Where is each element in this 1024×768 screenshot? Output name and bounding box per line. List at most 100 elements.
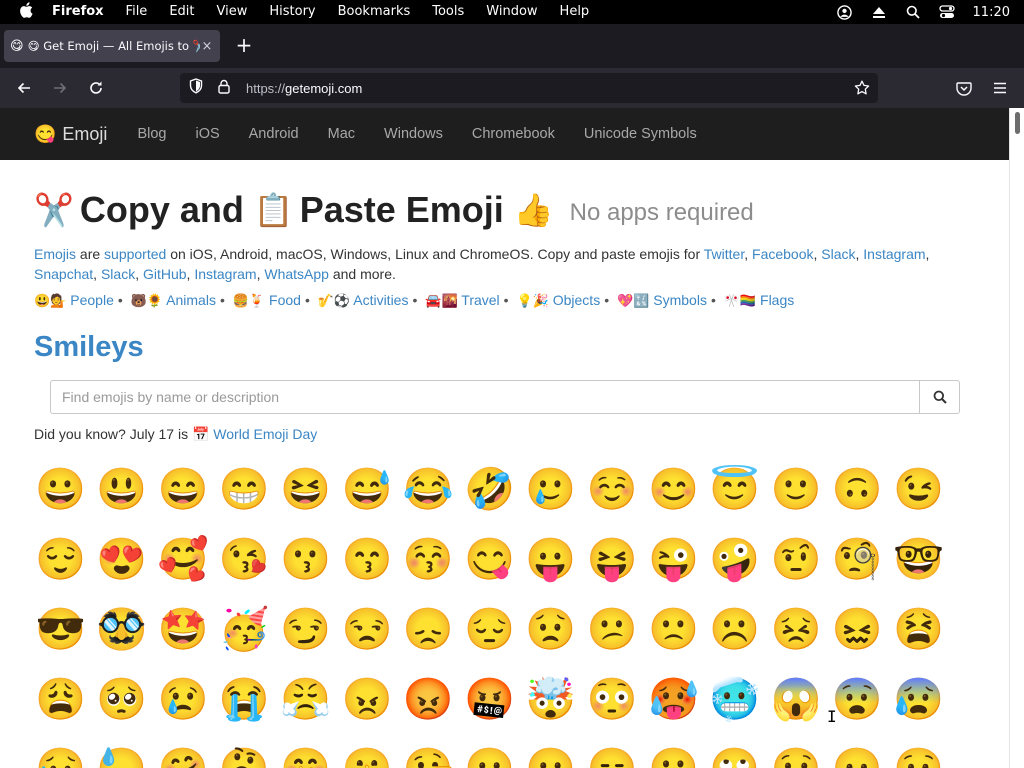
emoji-item[interactable]: 🤫 <box>340 734 401 768</box>
site-brand-link[interactable]: 😋 Emoji <box>34 124 107 145</box>
emoji-item[interactable]: 😤 <box>279 664 340 734</box>
emoji-item[interactable]: 😅 <box>340 454 401 524</box>
scrollbar-thumb[interactable] <box>1015 112 1020 134</box>
category-animals[interactable]: Animals <box>166 292 216 308</box>
pocket-button[interactable] <box>952 76 976 100</box>
emoji-item[interactable]: 😞 <box>402 594 463 664</box>
emoji-item[interactable]: 🧐 <box>831 524 892 594</box>
emoji-item[interactable]: 😧 <box>892 734 953 768</box>
emoji-item[interactable]: 😥 <box>34 734 95 768</box>
emoji-item[interactable]: 😏 <box>279 594 340 664</box>
emoji-item[interactable]: 🤨 <box>770 524 831 594</box>
category-objects[interactable]: Objects <box>553 292 600 308</box>
emoji-item[interactable]: 😎 <box>34 594 95 664</box>
link-github[interactable]: GitHub <box>143 266 187 282</box>
control-center-icon[interactable] <box>938 4 955 20</box>
emoji-item[interactable]: 😩 <box>34 664 95 734</box>
category-flags[interactable]: Flags <box>760 292 794 308</box>
url-text[interactable]: https://getemoji.com <box>246 81 362 96</box>
emoji-item[interactable]: 😘 <box>218 524 279 594</box>
menu-file[interactable]: File <box>115 0 159 24</box>
reload-button[interactable] <box>84 76 108 100</box>
nav-link-blog[interactable]: Blog <box>137 126 166 142</box>
menu-view[interactable]: View <box>206 0 259 24</box>
nav-link-android[interactable]: Android <box>249 126 299 142</box>
emoji-item[interactable]: 😣 <box>770 594 831 664</box>
menubar-clock[interactable]: 11:20 <box>973 5 1010 20</box>
emoji-item[interactable]: 😨 <box>831 664 892 734</box>
emoji-item[interactable]: 😀 <box>34 454 95 524</box>
emoji-item[interactable]: 🤪 <box>708 524 769 594</box>
menu-window[interactable]: Window <box>475 0 548 24</box>
emoji-item[interactable]: 😝 <box>586 524 647 594</box>
emoji-item[interactable]: 😇 <box>708 454 769 524</box>
emoji-item[interactable]: 🥰 <box>157 524 218 594</box>
category-food[interactable]: Food <box>269 292 301 308</box>
emoji-item[interactable]: 🥵 <box>647 664 708 734</box>
emoji-item[interactable]: 😄 <box>157 454 218 524</box>
emoji-item[interactable]: 😔 <box>463 594 524 664</box>
emoji-item[interactable]: 😁 <box>218 454 279 524</box>
emoji-item[interactable]: 😉 <box>892 454 953 524</box>
category-activities[interactable]: Activities <box>353 292 408 308</box>
nav-link-chromebook[interactable]: Chromebook <box>472 126 555 142</box>
emoji-item[interactable]: 😌 <box>34 524 95 594</box>
emoji-item[interactable]: 😢 <box>157 664 218 734</box>
emoji-item[interactable]: 😗 <box>279 524 340 594</box>
back-button[interactable] <box>12 76 36 100</box>
emoji-item[interactable]: 😛 <box>524 524 585 594</box>
emoji-item[interactable]: 🥺 <box>95 664 156 734</box>
category-symbols[interactable]: Symbols <box>653 292 707 308</box>
apple-icon[interactable] <box>0 2 52 22</box>
link-instagram-2[interactable]: Instagram <box>194 266 256 282</box>
emoji-item[interactable]: 😠 <box>340 664 401 734</box>
search-button[interactable] <box>920 380 960 414</box>
emoji-item[interactable]: 🙄 <box>708 734 769 768</box>
emoji-item[interactable]: 😑 <box>586 734 647 768</box>
link-twitter[interactable]: Twitter <box>704 246 744 262</box>
spotlight-search-icon[interactable] <box>905 4 921 20</box>
link-world-emoji-day[interactable]: World Emoji Day <box>213 426 317 442</box>
emoji-item[interactable]: 🤓 <box>892 524 953 594</box>
nav-link-unicode-symbols[interactable]: Unicode Symbols <box>584 126 697 142</box>
link-slack[interactable]: Slack <box>821 246 855 262</box>
emoji-item[interactable]: 😙 <box>340 524 401 594</box>
emoji-item[interactable]: 🙂 <box>770 454 831 524</box>
emoji-item[interactable]: ☺️ <box>586 454 647 524</box>
link-facebook[interactable]: Facebook <box>752 246 813 262</box>
emoji-item[interactable]: 😚 <box>402 524 463 594</box>
emoji-item[interactable]: 😋 <box>463 524 524 594</box>
link-instagram[interactable]: Instagram <box>863 246 925 262</box>
url-bar[interactable]: https://getemoji.com <box>180 73 878 103</box>
emoji-item[interactable]: 🥶 <box>708 664 769 734</box>
menu-tools[interactable]: Tools <box>421 0 475 24</box>
emoji-item[interactable]: 😱 <box>770 664 831 734</box>
nav-link-ios[interactable]: iOS <box>195 126 219 142</box>
emoji-item[interactable]: 😬 <box>647 734 708 768</box>
category-people[interactable]: People <box>70 292 114 308</box>
lock-icon[interactable] <box>218 79 234 98</box>
page-scrollbar[interactable] <box>1009 108 1024 768</box>
menu-bookmarks[interactable]: Bookmarks <box>327 0 422 24</box>
emoji-item[interactable]: 😫 <box>892 594 953 664</box>
emoji-item[interactable]: 😓 <box>95 734 156 768</box>
emoji-item[interactable]: 😊 <box>647 454 708 524</box>
emoji-item[interactable]: 😡 <box>402 664 463 734</box>
link-slack-2[interactable]: Slack <box>101 266 135 282</box>
emoji-item[interactable]: 😜 <box>647 524 708 594</box>
emoji-item[interactable]: 😃 <box>95 454 156 524</box>
bookmark-star-icon[interactable] <box>852 80 872 96</box>
emoji-item[interactable]: 🤣 <box>463 454 524 524</box>
link-whatsapp[interactable]: WhatsApp <box>264 266 329 282</box>
emoji-item[interactable]: 😦 <box>831 734 892 768</box>
emoji-item[interactable]: 😶 <box>463 734 524 768</box>
link-supported[interactable]: supported <box>104 246 166 262</box>
menu-help[interactable]: Help <box>549 0 601 24</box>
emoji-item[interactable]: 😍 <box>95 524 156 594</box>
category-travel[interactable]: Travel <box>461 292 499 308</box>
emoji-item[interactable]: 🤗 <box>157 734 218 768</box>
tab-close-icon[interactable]: × <box>200 39 214 54</box>
emoji-item[interactable]: 🥸 <box>95 594 156 664</box>
emoji-item[interactable]: 🤬 <box>463 664 524 734</box>
emoji-item[interactable]: 😂 <box>402 454 463 524</box>
